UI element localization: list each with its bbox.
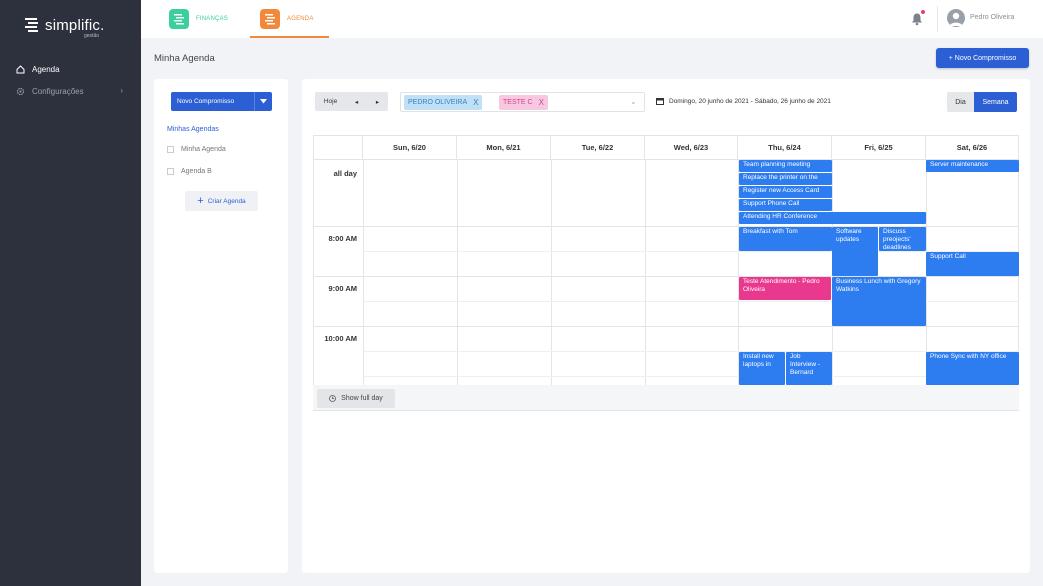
calendar-event[interactable]: Software updates <box>832 227 878 276</box>
chevron-down-icon[interactable]: ⌄ <box>630 97 637 106</box>
user-name[interactable]: Pedro Oliveira <box>970 14 1014 21</box>
financas-app-icon <box>169 9 189 29</box>
time-label: 8:00 AM <box>328 234 357 243</box>
chip-label: PEDRO OLIVEIRA <box>408 99 468 106</box>
new-appointment-split-button[interactable]: Novo Compromisso <box>171 92 272 111</box>
clock-icon <box>329 395 337 402</box>
sidebar-item-configuracoes[interactable]: Configurações › <box>0 81 141 101</box>
agenda-item-agenda-b[interactable]: Agenda B <box>167 168 212 175</box>
gear-icon <box>16 87 25 96</box>
caret-down-icon[interactable] <box>254 92 272 111</box>
chip-remove-icon[interactable]: X <box>473 98 478 107</box>
agenda-filter-select[interactable]: PEDRO OLIVEIRA X TESTE C X ⌄ <box>400 92 645 112</box>
calendar-event[interactable]: Support Call <box>926 252 1019 276</box>
user-icon <box>949 12 963 26</box>
chip-remove-icon[interactable]: X <box>539 98 544 107</box>
sidebar-item-label: Agenda <box>32 64 60 74</box>
date-range: Domingo, 20 junho de 2021 - Sábado, 26 j… <box>656 97 831 105</box>
day-header: Tue, 6/22 <box>551 135 645 160</box>
agenda-checkbox[interactable] <box>167 168 174 175</box>
day-header: Thu, 6/24 <box>738 135 832 160</box>
create-agenda-button[interactable]: + Criar Agenda <box>185 191 258 211</box>
agendas-panel <box>154 79 288 573</box>
brand-logo[interactable]: simplific. <box>24 16 105 34</box>
active-tab-indicator <box>250 36 329 38</box>
calendar-event[interactable]: Replace the printer on the <box>739 173 832 185</box>
page-title: Minha Agenda <box>154 53 215 64</box>
grid-line <box>363 351 1019 352</box>
agenda-label: Agenda B <box>181 168 212 175</box>
new-appointment-button[interactable]: + Novo Compromisso <box>936 48 1029 68</box>
view-week-button[interactable]: Semana <box>974 92 1017 112</box>
filter-chip-teste-c: TESTE C X <box>499 95 548 110</box>
week-calendar: Sun, 6/20 Mon, 6/21 Tue, 6/22 Wed, 6/23 … <box>313 135 1019 385</box>
day-header: Sat, 6/26 <box>926 135 1019 160</box>
agenda-app-icon <box>260 9 280 29</box>
date-range-text: Domingo, 20 junho de 2021 - Sábado, 26 j… <box>669 97 831 105</box>
day-header: Fri, 6/25 <box>832 135 926 160</box>
next-arrow-icon[interactable]: ▸ <box>367 92 388 111</box>
calendar-icon <box>656 98 664 105</box>
today-button[interactable]: Hoje <box>315 92 346 111</box>
time-label: 9:00 AM <box>328 284 357 293</box>
logo-icon <box>25 18 38 32</box>
calendar-event[interactable]: Phone Sync with NY office <box>926 352 1019 385</box>
agenda-item-minha-agenda[interactable]: Minha Agenda <box>167 146 226 153</box>
bell-icon[interactable] <box>910 12 924 26</box>
calendar-event[interactable]: Team planning meeting <box>739 160 832 172</box>
agenda-checkbox[interactable] <box>167 146 174 153</box>
prev-arrow-icon[interactable]: ◂ <box>346 92 367 111</box>
time-column-header <box>313 135 363 160</box>
agenda-label: Minha Agenda <box>181 146 226 153</box>
create-agenda-label: Criar Agenda <box>207 197 246 205</box>
navigation-group: Hoje ◂ ▸ <box>315 92 388 111</box>
calendar-event[interactable]: Attending HR Conference <box>739 212 926 224</box>
sidebar-item-agenda[interactable]: Agenda <box>0 59 141 79</box>
calendar-event[interactable]: Job Interview - Bernard <box>786 352 832 385</box>
brand-subtitle: gestão <box>84 33 100 39</box>
calendar-event[interactable]: Breakfast with Tom <box>739 227 832 251</box>
tab-agenda-label: AGENDA <box>287 16 314 22</box>
calendar-event[interactable]: Teste Atendimento - Pedro Oliveira <box>739 277 831 300</box>
brand-name: simplific. <box>45 16 105 34</box>
tab-agenda[interactable]: AGENDA <box>250 0 324 38</box>
day-header: Sun, 6/20 <box>363 135 457 160</box>
tab-financas[interactable]: FINANÇAS <box>159 0 238 38</box>
show-full-day-button[interactable]: Show full day <box>317 389 395 408</box>
avatar[interactable] <box>947 9 965 27</box>
calendar-event[interactable]: Discuss preojects' deadlines <box>879 227 926 251</box>
view-day-button[interactable]: Dia <box>947 92 974 112</box>
home-icon <box>16 64 25 74</box>
tab-financas-label: FINANÇAS <box>196 16 228 22</box>
grid-line <box>363 251 1019 252</box>
day-header: Mon, 6/21 <box>457 135 551 160</box>
time-label: 10:00 AM <box>324 334 357 343</box>
calendar-event[interactable]: Register new Access Card <box>739 186 832 198</box>
chip-label: TESTE C <box>503 99 533 106</box>
calendar-event[interactable]: Server maintenance <box>926 160 1019 172</box>
agendas-heading: Minhas Agendas <box>167 126 219 133</box>
grid-line <box>363 376 1019 377</box>
grid-line <box>313 160 314 385</box>
calendar-footer <box>313 385 1019 411</box>
all-day-label: all day <box>333 169 357 178</box>
plus-icon: + <box>197 194 204 207</box>
calendar-event[interactable]: Business Lunch with Gregory Watkins <box>832 277 926 326</box>
notification-dot <box>921 10 925 14</box>
day-header: Wed, 6/23 <box>645 135 738 160</box>
chevron-right-icon: › <box>120 86 123 95</box>
grid-line <box>313 326 1019 327</box>
divider <box>937 6 938 32</box>
calendar-event[interactable]: Support Phone Call <box>739 199 832 211</box>
sidebar-item-label: Configurações <box>32 86 84 96</box>
calendar-event[interactable]: Install new laptops in <box>739 352 785 385</box>
filter-chip-pedro-oliveira: PEDRO OLIVEIRA X <box>404 95 483 110</box>
show-full-day-label: Show full day <box>341 395 383 402</box>
new-appointment-label[interactable]: Novo Compromisso <box>171 98 254 105</box>
